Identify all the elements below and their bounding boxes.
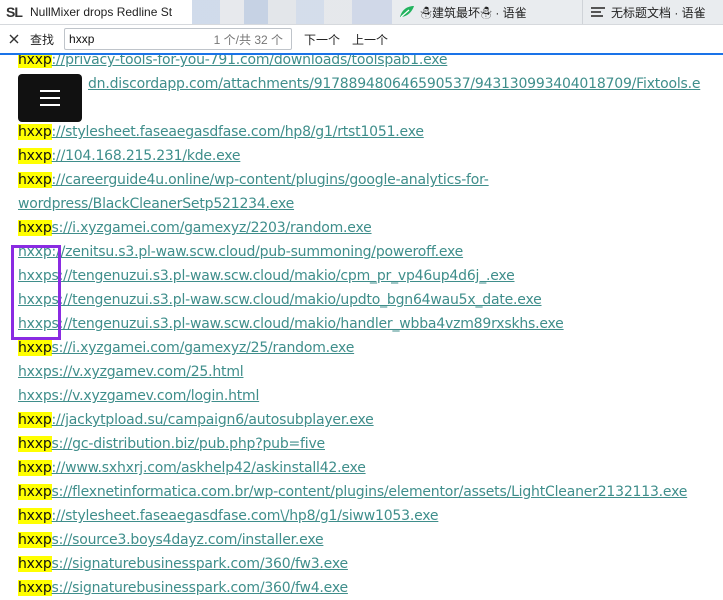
url-text: ://careerguide4u.online/wp-content/plugi… (51, 172, 489, 188)
tab-label: ☃建筑最坏☃ · 语雀 (420, 5, 527, 20)
url-line[interactable]: hxxp://privacy-tools-for-you-791.com/dow… (18, 55, 448, 68)
url-text: ://jackytpload.su/campaign6/autosubplaye… (51, 412, 374, 428)
search-highlight: hxxp (18, 556, 52, 572)
url-line[interactable]: hxxps://flexnetinformatica.com.br/wp-con… (18, 484, 687, 500)
url-line[interactable]: hxxps://i.xyzgamei.com/gamexyz/25/random… (18, 340, 354, 356)
search-highlight: hxxp (18, 580, 52, 596)
page-content: hxxp://privacy-tools-for-you-791.com/dow… (0, 55, 723, 600)
tab-strip: SL NullMixer drops Redline St ☃建筑最坏☃ · 语… (0, 0, 723, 25)
url-text: s://gc-distribution.biz/pub.php?pub=five (51, 436, 326, 452)
url-text: s://signaturebusinesspark.com/360/fw3.ex… (51, 556, 349, 572)
close-icon[interactable] (6, 31, 22, 47)
find-label: 查找 (30, 32, 55, 47)
url-line[interactable]: wordpress/BlackCleanerSetp521234.exe (18, 196, 294, 212)
url-line[interactable]: hxxp://www.sxhxrj.com/askhelp42/askinsta… (18, 460, 366, 476)
url-text: ://privacy-tools-for-you-791.com/downloa… (51, 55, 448, 68)
menu-bar (40, 104, 60, 106)
match-count: 1 个/共 32 个 (213, 32, 284, 47)
url-line[interactable]: hxxp://zenitsu.s3.pl-waw.scw.cloud/pub-s… (18, 244, 463, 260)
hamburger-menu-button[interactable] (18, 74, 82, 122)
tab-title: NullMixer drops Redline St (30, 5, 173, 19)
url-text: s://i.xyzgamei.com/gamexyz/2203/random.e… (51, 220, 372, 236)
url-text: hxxps://tengenuzui.s3.pl-waw.scw.cloud/m… (18, 292, 542, 308)
url-text: hxxps://tengenuzui.s3.pl-waw.scw.cloud/m… (18, 316, 564, 332)
url-text: ://www.sxhxrj.com/askhelp42/askinstall42… (51, 460, 366, 476)
site-logo: SL (6, 4, 23, 20)
find-box[interactable]: 1 个/共 32 个 (64, 28, 293, 50)
search-highlight: hxxp (18, 148, 52, 164)
search-highlight: hxxp (18, 436, 52, 452)
url-line[interactable]: hxxps://tengenuzui.s3.pl-waw.scw.cloud/m… (18, 292, 542, 308)
url-line[interactable]: hxxps://gc-distribution.biz/pub.php?pub=… (18, 436, 325, 452)
search-highlight: hxxp (18, 532, 52, 548)
url-text: dn.discordapp.com/attachments/9178894806… (88, 76, 701, 92)
search-highlight: hxxp (18, 172, 52, 188)
leaf-icon (398, 4, 416, 20)
url-text: hxxps://tengenuzui.s3.pl-waw.scw.cloud/m… (18, 268, 515, 284)
tab-active[interactable]: SL NullMixer drops Redline St (0, 0, 192, 24)
search-highlight: hxxp (18, 508, 52, 524)
search-highlight: hxxp (18, 55, 52, 68)
next-match-button[interactable]: 下一个 (304, 31, 340, 48)
find-bar: 查找 1 个/共 32 个 下一个 上一个 (0, 25, 723, 55)
url-line[interactable]: hxxp://careerguide4u.online/wp-content/p… (18, 172, 489, 188)
url-line[interactable]: hxxps://v.xyzgamev.com/login.html (18, 388, 259, 404)
url-line[interactable]: hxxps://tengenuzui.s3.pl-waw.scw.cloud/m… (18, 268, 515, 284)
url-line[interactable]: hxxps://signaturebusinesspark.com/360/fw… (18, 556, 348, 572)
menu-bar (40, 90, 60, 92)
search-highlight: hxxp (18, 412, 52, 428)
url-line[interactable]: hxxp://jackytpload.su/campaign6/autosubp… (18, 412, 374, 428)
search-highlight: hxxp (18, 460, 52, 476)
search-highlight: hxxp (18, 484, 52, 500)
tab-label: 无标题文档 · 语雀 (611, 5, 706, 20)
tab-yuque-2[interactable]: 无标题文档 · 语雀 (582, 0, 723, 24)
url-line[interactable]: hxxps://tengenuzui.s3.pl-waw.scw.cloud/m… (18, 316, 564, 332)
url-line[interactable]: hxxp://104.168.215.231/kde.exe (18, 148, 241, 164)
search-highlight: hxxp (18, 220, 52, 236)
url-line[interactable]: dn.discordapp.com/attachments/9178894806… (88, 76, 700, 92)
url-text: ://104.168.215.231/kde.exe (51, 148, 241, 164)
url-text: s://i.xyzgamei.com/gamexyz/25/random.exe (51, 340, 355, 356)
url-text: ://stylesheet.faseaegasdfase.com/hp8/g1/… (51, 124, 424, 140)
url-line[interactable]: hxxps://v.xyzgamev.com/25.html (18, 364, 244, 380)
url-line[interactable]: hxxps://i.xyzgamei.com/gamexyz/2203/rand… (18, 220, 372, 236)
url-text: s://signaturebusinesspark.com/360/fw4.ex… (51, 580, 349, 596)
url-line[interactable]: hxxps://source3.boys4dayz.com/installer.… (18, 532, 324, 548)
annotation-box (11, 245, 61, 340)
url-line[interactable]: hxxp://stylesheet.faseaegasdfase.com/hp8… (18, 124, 424, 140)
search-highlight: hxxp (18, 124, 52, 140)
url-line[interactable]: hxxps://signaturebusinesspark.com/360/fw… (18, 580, 348, 596)
url-line[interactable]: hxxp://stylesheet.faseaegasdfase.com\/hp… (18, 508, 439, 524)
blurred-tabs (192, 0, 392, 24)
url-text: ://stylesheet.faseaegasdfase.com\/hp8/g1… (51, 508, 439, 524)
prev-match-button[interactable]: 上一个 (352, 31, 388, 48)
search-highlight: hxxp (18, 340, 52, 356)
doc-icon (589, 4, 607, 20)
url-text: hxxps://v.xyzgamev.com/25.html (18, 364, 244, 380)
url-text: hxxp://zenitsu.s3.pl-waw.scw.cloud/pub-s… (18, 244, 464, 260)
find-input[interactable] (69, 32, 190, 46)
tab-yuque-1[interactable]: ☃建筑最坏☃ · 语雀 (392, 0, 582, 24)
url-text: s://flexnetinformatica.com.br/wp-content… (51, 484, 688, 500)
url-text: s://source3.boys4dayz.com/installer.exe (51, 532, 324, 548)
url-text: wordpress/BlackCleanerSetp521234.exe (18, 196, 295, 212)
menu-bar (40, 97, 60, 99)
url-text: hxxps://v.xyzgamev.com/login.html (18, 388, 260, 404)
